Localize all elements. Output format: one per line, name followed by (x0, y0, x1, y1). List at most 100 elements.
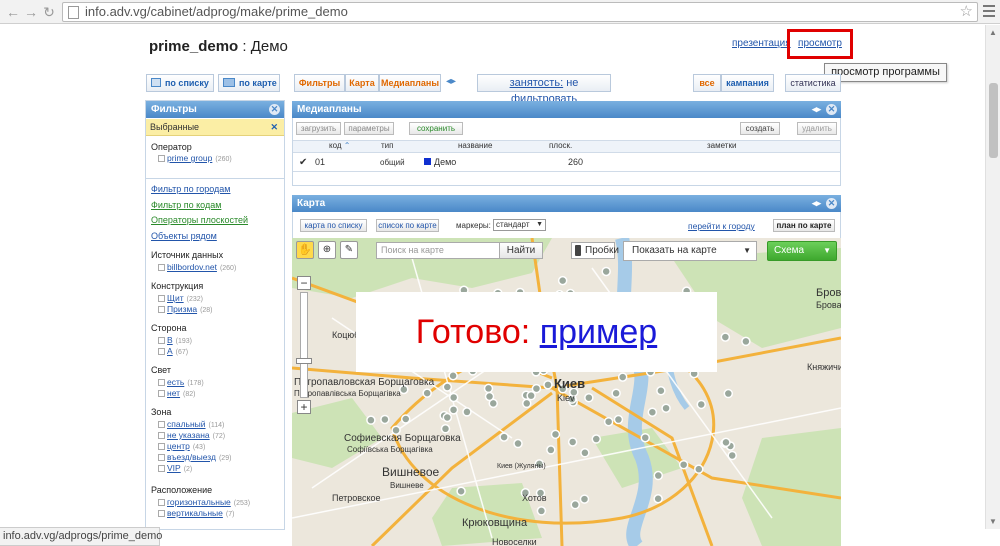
filter-item[interactable]: горизонтальные (253) (158, 497, 250, 507)
filter-item[interactable]: Призма (28) (158, 304, 213, 314)
scroll-up-icon[interactable]: ▲ (989, 28, 997, 37)
column-name[interactable]: название (458, 141, 492, 150)
filter-item[interactable]: въезд/выезд (29) (158, 452, 231, 462)
example-link[interactable]: пример (540, 313, 658, 351)
billboard-marker[interactable] (696, 399, 707, 410)
filter-item[interactable]: центр (43) (158, 441, 205, 451)
traffic-button[interactable]: Пробки (571, 242, 619, 259)
filter-item[interactable]: A (67) (158, 346, 188, 356)
scroll-down-icon[interactable]: ▼ (989, 517, 997, 526)
billboard-marker[interactable] (694, 464, 704, 474)
ruler-icon[interactable]: ✎ (340, 241, 358, 259)
billboard-marker[interactable] (591, 434, 602, 444)
filter-item[interactable]: Щит (232) (158, 293, 203, 303)
forward-icon[interactable]: → (22, 3, 40, 21)
show-on-map-select[interactable]: Показать на карте ▼ (623, 241, 757, 261)
billboard-marker[interactable] (721, 437, 731, 448)
busy-filter-button[interactable]: занятость: не фильтровать (477, 74, 611, 105)
map-search-input[interactable]: Поиск на карте (376, 242, 500, 259)
view-by-map-button[interactable]: по карте (218, 74, 280, 92)
resize-arrows-icon[interactable]: ◂▸ (812, 101, 821, 118)
billboard-marker[interactable] (741, 336, 751, 347)
billboard-marker[interactable] (543, 380, 553, 390)
create-button[interactable]: создать (740, 122, 780, 135)
billboard-marker[interactable] (661, 403, 671, 413)
billboard-marker[interactable] (550, 429, 561, 440)
billboard-marker[interactable] (448, 392, 459, 403)
billboard-marker[interactable] (647, 407, 658, 417)
table-row[interactable]: ✔ 01 общий Демо 260 (293, 154, 840, 172)
tab-mediaplans[interactable]: Медиапланы (379, 74, 441, 92)
zoom-in-icon[interactable]: − (297, 276, 311, 290)
filter-by-codes-link[interactable]: Фильтр по кодам (151, 200, 221, 210)
address-bar[interactable]: info.adv.vg/cabinet/adprog/make/prime_de… (62, 2, 978, 22)
billboard-marker[interactable] (601, 266, 611, 277)
billboard-marker[interactable] (462, 407, 472, 417)
billboard-marker[interactable] (531, 383, 542, 394)
column-type[interactable]: тип (381, 141, 393, 150)
filter-item[interactable]: billbordov.net (260) (158, 262, 236, 272)
billboard-marker[interactable] (422, 388, 432, 398)
clear-selected-icon[interactable]: ✕ (270, 119, 278, 136)
filter-item[interactable]: есть (178) (158, 377, 204, 387)
filter-by-cities-link[interactable]: Фильтр по городам (151, 184, 230, 194)
billboard-marker[interactable] (448, 405, 459, 415)
billboard-marker[interactable] (613, 414, 624, 425)
filter-item[interactable]: не указана (72) (158, 430, 225, 440)
map-scheme-select[interactable]: Схема ▼ (767, 241, 837, 261)
billboard-marker[interactable] (617, 372, 628, 382)
billboard-marker[interactable] (483, 383, 494, 394)
billboard-marker[interactable] (567, 437, 578, 447)
filter-item[interactable]: вертикальные (7) (158, 508, 234, 518)
billboard-marker[interactable] (570, 499, 580, 510)
presentation-link[interactable]: презентация (732, 38, 791, 49)
billboard-marker[interactable] (513, 438, 523, 449)
scroll-thumb[interactable] (989, 83, 998, 158)
column-code[interactable]: код ⌃ (329, 141, 350, 150)
back-icon[interactable]: ← (4, 3, 22, 21)
params-button[interactable]: параметры (344, 122, 394, 135)
column-notes[interactable]: заметки (707, 141, 736, 150)
filter-item[interactable]: нет (82) (158, 388, 196, 398)
billboard-marker[interactable] (603, 416, 614, 427)
resize-arrows-icon[interactable]: ◂▸ (812, 195, 821, 212)
billboard-marker[interactable] (611, 388, 621, 399)
delete-button[interactable]: удалить (797, 122, 837, 135)
view-by-list-button[interactable]: по списку (146, 74, 214, 92)
go-to-city-link[interactable]: перейти к городу (688, 221, 755, 231)
filter-item[interactable]: спальный (114) (158, 419, 224, 429)
statistics-button[interactable]: статистика (785, 74, 841, 92)
map-search-button[interactable]: Найти (499, 242, 543, 259)
surface-operators-link[interactable]: Операторы плоскостей (151, 215, 248, 225)
billboard-marker[interactable] (536, 506, 547, 516)
billboard-marker[interactable] (526, 390, 536, 401)
markers-select[interactable]: стандарт ▼ (493, 219, 546, 231)
filter-campaign-button[interactable]: кампания (721, 74, 774, 92)
zoom-slider-thumb[interactable] (296, 358, 312, 364)
filter-all-button[interactable]: все (693, 74, 721, 92)
column-surfaces[interactable]: плоск. (549, 141, 572, 150)
plan-by-map-button[interactable]: план по карте (773, 219, 835, 232)
close-icon[interactable]: ✕ (826, 104, 837, 115)
billboard-marker[interactable] (442, 412, 453, 423)
map-view[interactable]: Киев Kiev Вишневое Вишневе Софиевская Бо… (292, 238, 841, 546)
load-button[interactable]: загрузить (296, 122, 341, 135)
expand-arrows-icon[interactable]: ◂▸ (446, 76, 456, 87)
close-icon[interactable]: ✕ (826, 198, 837, 209)
billboard-marker[interactable] (366, 415, 376, 425)
nearby-objects-link[interactable]: Объекты рядом (151, 231, 217, 241)
billboard-marker[interactable] (653, 470, 664, 481)
filter-item[interactable]: VIP (2) (158, 463, 192, 473)
billboard-marker[interactable] (580, 448, 590, 458)
map-by-list-button[interactable]: карта по списку (300, 219, 367, 232)
billboard-marker[interactable] (727, 450, 737, 461)
tab-map[interactable]: Карта (345, 74, 379, 92)
billboard-marker[interactable] (440, 424, 451, 434)
billboard-marker[interactable] (656, 385, 666, 396)
tab-filters[interactable]: Фильтры (294, 74, 345, 92)
billboard-marker[interactable] (640, 432, 651, 443)
billboard-marker[interactable] (484, 391, 495, 402)
filter-item[interactable]: B (193) (158, 335, 192, 345)
save-button[interactable]: сохранить (409, 122, 463, 135)
billboard-marker[interactable] (723, 388, 734, 399)
